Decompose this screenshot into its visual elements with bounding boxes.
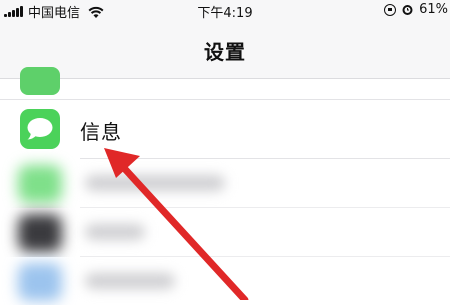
alarm-icon xyxy=(402,5,413,15)
carrier-label: 中国电信 xyxy=(28,6,81,21)
blurred-label xyxy=(85,273,175,289)
list-item-messages[interactable]: 信息 xyxy=(0,100,450,158)
messages-icon xyxy=(20,109,60,149)
blurred-app-icon xyxy=(18,263,62,301)
blurred-label xyxy=(85,175,225,191)
app-icon xyxy=(20,67,60,95)
nav-bar: 设置 xyxy=(0,22,450,79)
list-item-partial[interactable] xyxy=(0,67,450,100)
signal-icon xyxy=(4,6,23,17)
blurred-label xyxy=(85,224,145,240)
blurred-app-icon xyxy=(18,214,62,252)
list-item-blurred[interactable] xyxy=(0,159,450,207)
status-time: 下午4:19 xyxy=(197,6,253,21)
list-item-label: 信息 xyxy=(80,120,122,144)
list-item-blurred[interactable] xyxy=(0,208,450,256)
status-left: 中国电信 xyxy=(4,2,104,21)
rotation-lock-icon xyxy=(384,3,397,16)
status-right: 61% xyxy=(384,2,448,17)
settings-list: 信息 xyxy=(0,67,450,305)
battery-percent: 61% xyxy=(419,2,448,17)
wifi-icon xyxy=(88,6,104,18)
blurred-app-icon xyxy=(18,165,62,203)
list-item-blurred[interactable] xyxy=(0,257,450,305)
page-title: 设置 xyxy=(204,40,246,64)
status-bar: 中国电信 下午4:19 61% xyxy=(0,0,450,22)
